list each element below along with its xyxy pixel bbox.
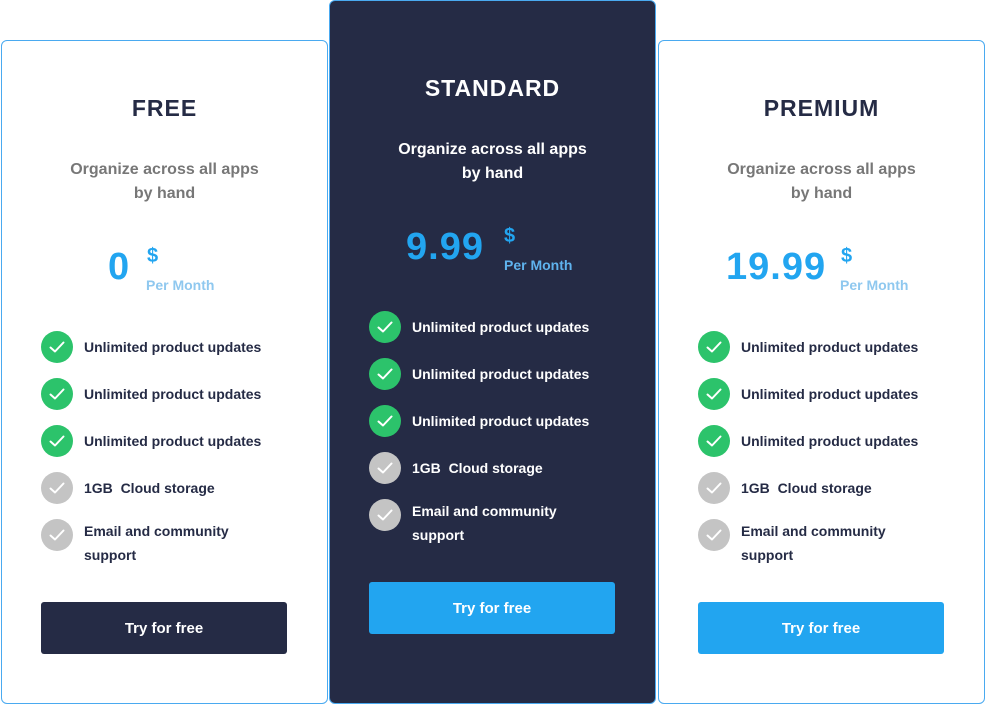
- currency-symbol: $: [841, 245, 853, 267]
- check-icon: [41, 472, 73, 504]
- feature-label: Unlimited product updates: [412, 366, 590, 382]
- price-block: 19.99 $ Per Month: [659, 241, 984, 311]
- feature-label: 1GB Cloud storage: [84, 480, 215, 496]
- try-for-free-button[interactable]: Try for free: [369, 582, 615, 634]
- currency-symbol: $: [147, 245, 159, 267]
- try-for-free-button[interactable]: Try for free: [41, 602, 287, 654]
- price-amount: 9.99: [406, 226, 484, 268]
- feature-label: Unlimited product updates: [84, 386, 262, 402]
- check-icon: [41, 425, 73, 457]
- price-block: 0 $ Per Month: [2, 241, 327, 311]
- feature-label: 1GB Cloud storage: [741, 480, 872, 496]
- pricing-card-free: FREE Organize across all apps by hand 0 …: [1, 40, 328, 704]
- billing-period: Per Month: [840, 277, 909, 293]
- billing-period: Per Month: [146, 277, 215, 293]
- plan-title: PREMIUM: [763, 95, 880, 121]
- feature-label: Unlimited product updates: [84, 433, 262, 449]
- plan-description: Organize across all apps by hand: [70, 161, 259, 202]
- feature-label: Unlimited product updates: [741, 433, 919, 449]
- check-icon: [41, 331, 73, 363]
- plan-description: Organize across all apps by hand: [398, 141, 587, 182]
- feature-label: Email and community support: [741, 523, 886, 563]
- feature-label: 1GB Cloud storage: [412, 460, 543, 476]
- feature-label: Unlimited product updates: [741, 386, 919, 402]
- check-icon: [41, 519, 73, 551]
- price-block: 9.99 $ Per Month: [330, 221, 655, 291]
- currency-symbol: $: [504, 225, 516, 247]
- price-amount: 0: [108, 246, 131, 288]
- check-icon: [369, 405, 401, 437]
- check-icon: [369, 452, 401, 484]
- feature-label: Email and community support: [84, 523, 229, 563]
- check-icon: [698, 519, 730, 551]
- check-icon: [369, 499, 401, 531]
- check-icon: [369, 311, 401, 343]
- check-icon: [698, 472, 730, 504]
- check-icon: [698, 378, 730, 410]
- feature-label: Unlimited product updates: [741, 339, 919, 355]
- feature-label: Unlimited product updates: [84, 339, 262, 355]
- pricing-card-premium: PREMIUM Organize across all apps by hand…: [658, 40, 985, 704]
- feature-label: Unlimited product updates: [412, 319, 590, 335]
- try-for-free-button[interactable]: Try for free: [698, 602, 944, 654]
- plan-title: STANDARD: [424, 75, 561, 101]
- pricing-card-standard: STANDARD Organize across all apps by han…: [329, 0, 656, 704]
- check-icon: [41, 378, 73, 410]
- price-amount: 19.99: [726, 246, 827, 288]
- feature-label: Unlimited product updates: [412, 413, 590, 429]
- plan-title: FREE: [131, 95, 198, 121]
- check-icon: [698, 331, 730, 363]
- feature-label: Email and community support: [412, 503, 557, 543]
- billing-period: Per Month: [504, 257, 573, 273]
- check-icon: [698, 425, 730, 457]
- plan-description: Organize across all apps by hand: [727, 161, 916, 202]
- check-icon: [369, 358, 401, 390]
